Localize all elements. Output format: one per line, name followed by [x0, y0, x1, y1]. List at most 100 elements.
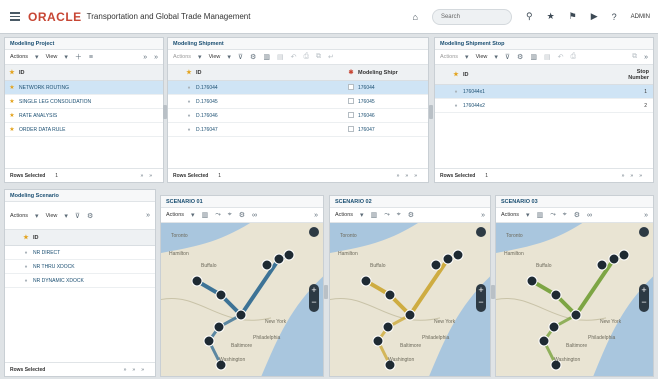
expand-icon[interactable]: » — [644, 54, 648, 61]
layers-icon[interactable]: ▥ — [202, 211, 209, 219]
view-menu[interactable]: View — [46, 213, 58, 219]
shipment-id[interactable]: D.176044 — [196, 85, 344, 91]
scenario-id[interactable]: NR DIRECT — [33, 250, 60, 256]
undo-icon[interactable]: ↶ — [558, 53, 564, 61]
expand-icon[interactable]: » — [314, 212, 318, 219]
menu-icon[interactable] — [10, 12, 20, 21]
shipment-id[interactable]: D.176045 — [196, 99, 344, 105]
actions-menu[interactable]: Actions — [440, 54, 458, 60]
column-header-id[interactable]: ID — [463, 72, 469, 78]
flag-icon[interactable]: ⚑ — [569, 11, 577, 22]
filter-icon[interactable]: ⊽ — [75, 212, 80, 220]
print-icon[interactable]: ⎙ — [570, 53, 576, 61]
compass-icon[interactable] — [476, 227, 486, 237]
chart-icon[interactable]: ▥ — [263, 53, 270, 61]
scenario-id[interactable]: NR THRU XDOCK — [33, 264, 75, 270]
link-icon[interactable]: ∞ — [587, 212, 592, 219]
copy-icon[interactable]: ▤ — [277, 53, 284, 61]
view-menu[interactable]: View — [209, 54, 221, 60]
zoom-in-icon[interactable]: + — [476, 284, 486, 296]
marker-icon[interactable]: ⌖ — [563, 211, 567, 219]
table-row[interactable]: ● D.176046 176046 — [168, 109, 428, 123]
collapse-icon[interactable]: » — [154, 54, 158, 61]
actions-menu[interactable]: Actions — [173, 54, 191, 60]
actions-menu[interactable]: Actions — [501, 212, 519, 218]
actions-menu[interactable]: Actions — [166, 212, 184, 218]
stop-id[interactable]: 176044x1 — [463, 89, 485, 95]
table-row[interactable]: ● 176044x2 2 — [435, 99, 653, 113]
link-icon[interactable]: ∞ — [252, 212, 257, 219]
splitter-handle[interactable] — [491, 285, 495, 299]
layers-icon[interactable]: ▥ — [537, 211, 544, 219]
scenario-id[interactable]: NR DYNAMIC XDOCK — [33, 278, 84, 284]
layers-icon[interactable]: ▥ — [371, 211, 378, 219]
compass-icon[interactable] — [639, 227, 649, 237]
zoom-control[interactable]: + − — [639, 284, 649, 313]
splitter-handle[interactable] — [324, 285, 328, 299]
zoom-control[interactable]: + − — [309, 284, 319, 313]
table-row[interactable]: ★ SINGLE LEG CONSOLIDATION — [5, 95, 163, 109]
zoom-in-icon[interactable]: + — [309, 284, 319, 296]
search-input[interactable]: Search — [431, 8, 512, 25]
zoom-in-icon[interactable]: + — [639, 284, 649, 296]
column-header-id[interactable]: ID — [19, 70, 25, 76]
settings-icon[interactable]: ⚙ — [239, 211, 245, 219]
splitter-handle[interactable] — [163, 105, 167, 119]
table-row[interactable]: ● 176044x1 1 — [435, 85, 653, 99]
settings-icon[interactable]: ⚙ — [574, 211, 580, 219]
compass-icon[interactable] — [309, 227, 319, 237]
undo-icon[interactable]: ↶ — [291, 53, 297, 61]
route-icon[interactable]: ⤳ — [384, 211, 390, 219]
shipment-id[interactable]: D.176046 — [196, 113, 344, 119]
splitter-handle[interactable] — [429, 105, 433, 119]
pager-icons[interactable]: »» — [140, 173, 158, 179]
table-row[interactable]: ★ RATE ANALYSIS — [5, 109, 163, 123]
table-row[interactable]: ● NR THRU XDOCK — [5, 260, 155, 274]
column-header-id[interactable]: ID — [196, 70, 344, 76]
pager-icons[interactable]: »»» — [622, 173, 648, 179]
detach-icon[interactable]: ⧉ — [316, 53, 321, 61]
zoom-out-icon[interactable]: − — [309, 296, 319, 308]
run-icon[interactable]: ▶ — [591, 11, 598, 22]
view-menu[interactable]: View — [476, 54, 488, 60]
detach-icon[interactable]: ⧉ — [632, 53, 637, 61]
magnifier-icon[interactable]: ⚲ — [526, 11, 533, 22]
table-row[interactable]: ★ NETWORK ROUTING — [5, 81, 163, 95]
help-icon[interactable]: ? — [612, 12, 617, 22]
zoom-control[interactable]: + − — [476, 284, 486, 313]
project-id[interactable]: NETWORK ROUTING — [19, 85, 69, 91]
table-row[interactable]: ● D.176047 176047 — [168, 123, 428, 137]
filter-icon[interactable]: ⊽ — [238, 53, 243, 61]
map-view[interactable]: Toronto Hamilton Buffalo New York Philadelph… — [330, 223, 490, 376]
settings-icon[interactable]: ⚙ — [517, 53, 523, 61]
project-id[interactable]: ORDER DATA RULE — [19, 127, 66, 133]
map-view[interactable]: Toronto Hamilton Buffalo New York Philadelph… — [161, 223, 323, 376]
list-icon[interactable]: ≡ — [89, 54, 93, 61]
stop-id[interactable]: 176044x2 — [463, 103, 485, 109]
expand-icon[interactable]: » — [644, 212, 648, 219]
settings-icon[interactable]: ⚙ — [408, 211, 414, 219]
table-row[interactable]: ● NR DIRECT — [5, 246, 155, 260]
column-header-stop-number[interactable]: Stop Number — [623, 69, 649, 81]
print-icon[interactable]: ⎙ — [303, 53, 309, 61]
route-icon[interactable]: ⤳ — [215, 211, 221, 219]
settings-icon[interactable]: ⚙ — [87, 212, 93, 220]
settings-icon[interactable]: ⚙ — [250, 53, 256, 61]
zoom-out-icon[interactable]: − — [476, 296, 486, 308]
map-view[interactable]: Toronto Hamilton Buffalo New York Philadelph… — [496, 223, 653, 376]
shipment-id[interactable]: D.176047 — [196, 127, 344, 133]
pager-icons[interactable]: »»» — [397, 173, 423, 179]
pager-icons[interactable]: »»» — [124, 367, 150, 373]
expand-icon[interactable]: » — [146, 212, 150, 219]
table-row[interactable]: ● D.176044 176044 — [168, 81, 428, 95]
actions-menu[interactable]: Actions — [335, 212, 353, 218]
column-header-modeling-shipment[interactable]: Modeling Shipr — [358, 70, 398, 76]
add-icon[interactable]: ＋ — [75, 52, 82, 62]
table-row[interactable]: ★ ORDER DATA RULE — [5, 123, 163, 137]
column-header-id[interactable]: ID — [33, 235, 39, 241]
route-icon[interactable]: ⤳ — [550, 211, 556, 219]
project-id[interactable]: SINGLE LEG CONSOLIDATION — [19, 99, 91, 105]
expand-icon[interactable]: » — [143, 54, 147, 61]
zoom-out-icon[interactable]: − — [639, 296, 649, 308]
table-row[interactable]: ● NR DYNAMIC XDOCK — [5, 274, 155, 288]
